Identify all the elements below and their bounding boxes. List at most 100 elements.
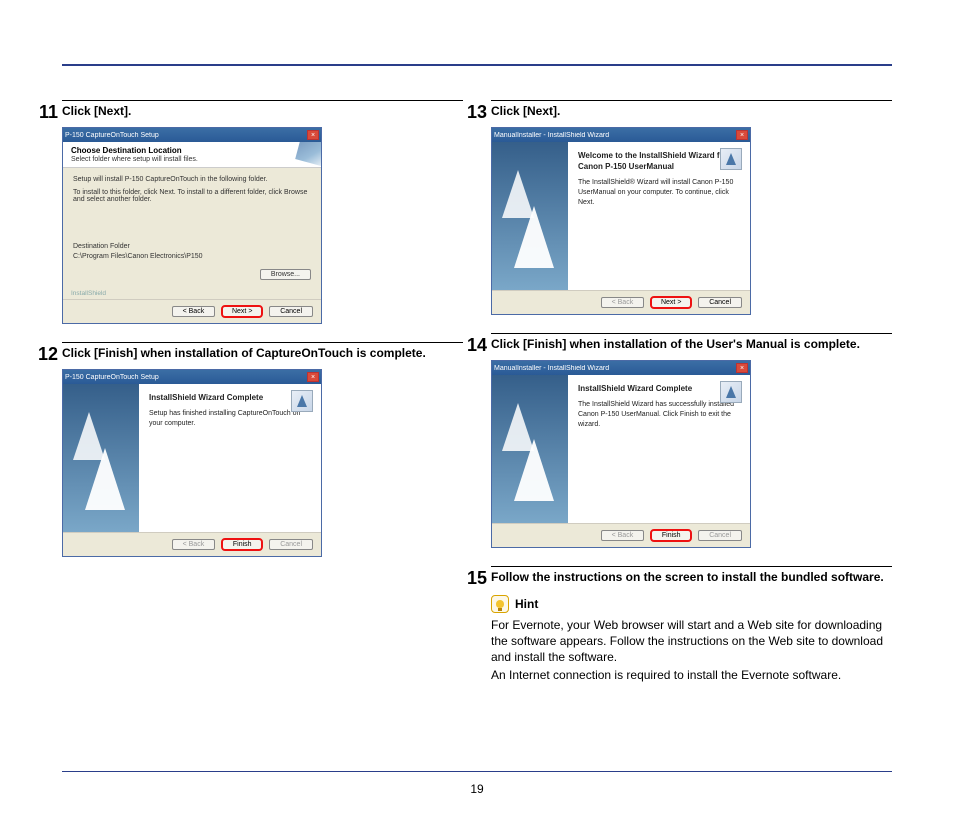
- install-dialog-choose-destination: P-150 CaptureOnTouch Setup × Choose Dest…: [62, 127, 322, 324]
- cancel-button: Cancel: [269, 539, 313, 550]
- wizard-title: InstallShield Wizard Complete: [149, 392, 311, 403]
- close-icon[interactable]: ×: [307, 130, 319, 140]
- dialog-title: P-150 CaptureOnTouch Setup: [65, 132, 159, 139]
- wizard-paragraph: The InstallShield Wizard has successfull…: [578, 400, 740, 430]
- dialog-body-line1: Setup will install P-150 CaptureOnTouch …: [73, 176, 311, 183]
- cancel-button: Cancel: [698, 530, 742, 541]
- manual-installer-complete-dialog: ManualInstaller - InstallShield Wizard ×…: [491, 360, 751, 548]
- wizard-logo-icon: [720, 148, 742, 170]
- next-button-highlight: Next >: [650, 296, 692, 309]
- triangle-icon: [85, 448, 125, 510]
- wizard-body: InstallShield Wizard Complete Setup has …: [63, 384, 321, 532]
- step-12-screenshot: P-150 CaptureOnTouch Setup × InstallShie…: [62, 369, 463, 557]
- dialog-buttons: < Back Finish Cancel: [63, 532, 321, 556]
- step-13: 13 Click [Next]. ManualInstaller - Insta…: [491, 100, 892, 315]
- finish-button-highlight: Finish: [650, 529, 692, 542]
- finish-button[interactable]: Finish: [662, 532, 681, 539]
- hint-row: Hint: [491, 595, 892, 613]
- step-12-text: Click [Finish] when installation of Capt…: [62, 345, 426, 361]
- finish-button[interactable]: Finish: [233, 541, 252, 548]
- close-icon[interactable]: ×: [736, 130, 748, 140]
- dialog-buttons: < Back Next > Cancel: [63, 299, 321, 323]
- manual-page: 11 Click [Next]. P-150 CaptureOnTouch Se…: [0, 0, 954, 818]
- step-14: 14 Click [Finish] when installation of t…: [491, 333, 892, 548]
- step-15: 15 Follow the instructions on the screen…: [491, 566, 892, 683]
- step-12-number: 12: [36, 345, 62, 363]
- wizard-paragraph: The InstallShield® Wizard will install C…: [578, 178, 740, 208]
- dialog-title: ManualInstaller - InstallShield Wizard: [494, 365, 609, 372]
- step-11: 11 Click [Next]. P-150 CaptureOnTouch Se…: [62, 100, 463, 324]
- hint-lightbulb-icon: [491, 595, 509, 613]
- dialog-buttons: < Back Finish Cancel: [492, 523, 750, 547]
- step-14-head: 14 Click [Finish] when installation of t…: [491, 333, 892, 354]
- page-bottom-rule: [62, 771, 892, 772]
- step-13-text: Click [Next].: [491, 103, 560, 119]
- next-button[interactable]: Next >: [232, 308, 252, 315]
- step-15-head: 15 Follow the instructions on the screen…: [491, 566, 892, 587]
- installshield-brand: InstallShield: [63, 288, 321, 299]
- close-icon[interactable]: ×: [307, 372, 319, 382]
- back-button: < Back: [172, 539, 216, 550]
- next-button-highlight: Next >: [221, 305, 263, 318]
- back-button: < Back: [601, 530, 645, 541]
- step-11-number: 11: [36, 103, 62, 121]
- step-11-text: Click [Next].: [62, 103, 131, 119]
- wizard-logo-icon: [291, 390, 313, 412]
- dialog-title: P-150 CaptureOnTouch Setup: [65, 374, 159, 381]
- dialog-header-subtitle: Select folder where setup will install f…: [71, 156, 313, 163]
- step-13-screenshot: ManualInstaller - InstallShield Wizard ×…: [491, 127, 892, 315]
- step-14-number: 14: [465, 336, 491, 354]
- triangle-icon: [514, 206, 554, 268]
- wizard-title: InstallShield Wizard Complete: [578, 383, 740, 394]
- wizard-body: InstallShield Wizard Complete The Instal…: [492, 375, 750, 523]
- wizard-logo-icon: [720, 381, 742, 403]
- browse-button[interactable]: Browse...: [260, 269, 311, 280]
- step-13-number: 13: [465, 103, 491, 121]
- step-14-screenshot: ManualInstaller - InstallShield Wizard ×…: [491, 360, 892, 548]
- cancel-button[interactable]: Cancel: [269, 306, 313, 317]
- wizard-side-graphic: [492, 375, 568, 523]
- dialog-titlebar: ManualInstaller - InstallShield Wizard ×: [492, 128, 750, 142]
- step-12-head: 12 Click [Finish] when installation of C…: [62, 342, 463, 363]
- wizard-side-graphic: [492, 142, 568, 290]
- dialog-titlebar: ManualInstaller - InstallShield Wizard ×: [492, 361, 750, 375]
- right-column: 13 Click [Next]. ManualInstaller - Insta…: [491, 100, 892, 748]
- destination-folder-path: C:\Program Files\Canon Electronics\P150: [73, 253, 311, 260]
- step-11-screenshot: P-150 CaptureOnTouch Setup × Choose Dest…: [62, 127, 463, 324]
- dialog-titlebar: P-150 CaptureOnTouch Setup ×: [63, 370, 321, 384]
- step-12: 12 Click [Finish] when installation of C…: [62, 342, 463, 557]
- back-button: < Back: [601, 297, 645, 308]
- dialog-title: ManualInstaller - InstallShield Wizard: [494, 132, 609, 139]
- wizard-body: Welcome to the InstallShield Wizard for …: [492, 142, 750, 290]
- step-13-head: 13 Click [Next].: [491, 100, 892, 121]
- cancel-button[interactable]: Cancel: [698, 297, 742, 308]
- next-button[interactable]: Next >: [661, 299, 681, 306]
- dialog-body-line2: To install to this folder, click Next. T…: [73, 189, 311, 203]
- wizard-main: InstallShield Wizard Complete The Instal…: [568, 375, 750, 523]
- dialog-buttons: < Back Next > Cancel: [492, 290, 750, 314]
- dialog-header: Choose Destination Location Select folde…: [63, 142, 321, 168]
- hint-body-2: An Internet connection is required to in…: [491, 667, 892, 683]
- wizard-title: Welcome to the InstallShield Wizard for …: [578, 150, 740, 172]
- close-icon[interactable]: ×: [736, 363, 748, 373]
- page-number: 19: [0, 782, 954, 796]
- wizard-main: InstallShield Wizard Complete Setup has …: [139, 384, 321, 532]
- dialog-header-title: Choose Destination Location: [71, 146, 313, 155]
- page-top-rule: [62, 64, 892, 66]
- wizard-main: Welcome to the InstallShield Wizard for …: [568, 142, 750, 290]
- install-complete-dialog: P-150 CaptureOnTouch Setup × InstallShie…: [62, 369, 322, 557]
- wizard-side-graphic: [63, 384, 139, 532]
- destination-folder-label: Destination Folder: [73, 243, 311, 250]
- wizard-paragraph: Setup has finished installing CaptureOnT…: [149, 409, 311, 429]
- step-14-text: Click [Finish] when installation of the …: [491, 336, 860, 352]
- dialog-titlebar: P-150 CaptureOnTouch Setup ×: [63, 128, 321, 142]
- two-column-layout: 11 Click [Next]. P-150 CaptureOnTouch Se…: [62, 100, 892, 748]
- step-15-number: 15: [465, 569, 491, 587]
- step-15-text: Follow the instructions on the screen to…: [491, 569, 884, 585]
- hint-label: Hint: [515, 597, 538, 611]
- step-11-head: 11 Click [Next].: [62, 100, 463, 121]
- triangle-icon: [514, 439, 554, 501]
- left-column: 11 Click [Next]. P-150 CaptureOnTouch Se…: [62, 100, 463, 748]
- back-button[interactable]: < Back: [172, 306, 216, 317]
- dialog-body: Setup will install P-150 CaptureOnTouch …: [63, 168, 321, 288]
